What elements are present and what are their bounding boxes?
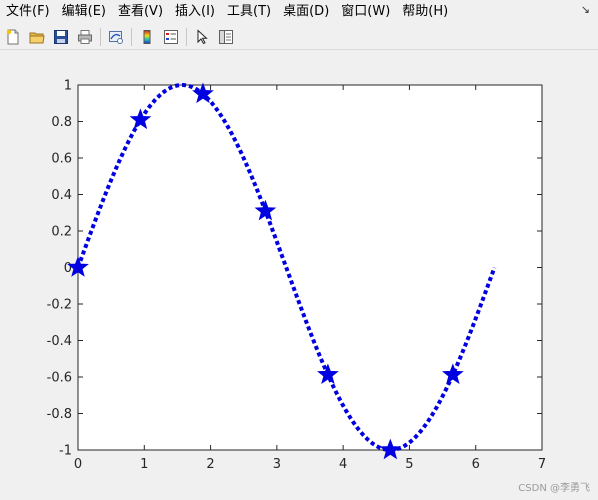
menu-desktop[interactable]: 桌面(D) [277,0,335,24]
x-tick-label: 7 [538,457,546,472]
toolbar-separator [186,27,187,46]
menu-bar: 文件(F) 编辑(E) 查看(V) 插入(I) 工具(T) 桌面(D) 窗口(W… [0,0,598,24]
plot-area [77,84,543,451]
x-tick-label: 5 [405,457,413,472]
y-tick-label: 1 [64,79,72,94]
new-figure-button[interactable] [2,26,24,48]
x-tick-label: 6 [472,457,480,472]
property-inspector-button[interactable] [215,26,237,48]
figure-toolbar [0,24,598,50]
menu-tools[interactable]: 工具(T) [221,0,277,24]
pin-arrow-icon[interactable]: ↘ [581,3,590,16]
menu-file[interactable]: 文件(F) [0,0,56,24]
y-tick-label: -0.6 [47,371,72,386]
figure-canvas[interactable]: 0 1 2 3 4 5 6 7 -1 -0.8 -0.6 -0.4 -0.2 0 0.2 0.4 0.6 0.8 1… [0,50,598,500]
link-plot-icon [109,30,123,44]
x-tick-label: 2 [206,457,214,472]
menu-insert[interactable]: 插入(I) [169,0,221,24]
save-disk-icon [54,29,68,44]
save-button[interactable] [50,26,72,48]
panel-icon [219,29,233,44]
print-button[interactable] [74,26,96,48]
y-tick-label: 0.8 [51,115,72,130]
x-tick-label: 4 [339,457,347,472]
x-tick-label: 1 [140,457,148,472]
insert-legend-button[interactable] [160,26,182,48]
folder-icon [29,32,45,43]
sine-plot-axes[interactable]: 0 1 2 3 4 5 6 7 -1 -0.8 -0.6 -0.4 -0.2 0 0.2 0.4 0.6 0.8 1 [0,50,598,500]
legend-icon [164,29,178,44]
open-file-button[interactable] [26,26,48,48]
printer-icon [78,29,92,44]
y-tick-label: 0.2 [51,225,72,240]
y-tick-label: -1 [59,444,72,459]
menu-edit[interactable]: 编辑(E) [56,0,112,24]
y-tick-label: 0.6 [51,152,72,167]
menu-view[interactable]: 查看(V) [112,0,169,24]
toolbar-separator [131,27,132,46]
x-tick-label: 0 [74,457,82,472]
watermark-text: CSDN @李勇飞 [518,483,590,494]
y-tick-label: -0.4 [47,334,72,349]
menu-window[interactable]: 窗口(W) [335,0,396,24]
y-tick-label: -0.8 [47,407,72,422]
y-tick-label: 0 [64,261,72,276]
colorbar-icon [143,29,151,44]
menu-help[interactable]: 帮助(H) [396,0,454,24]
y-tick-label: -0.2 [47,298,72,313]
pointer-icon [197,28,208,44]
y-tick-label: 0.4 [51,188,72,203]
insert-colorbar-button[interactable] [136,26,158,48]
edit-plot-button[interactable] [191,26,213,48]
new-file-icon [6,29,19,44]
toolbar-separator [100,27,101,46]
x-tick-label: 3 [273,457,281,472]
link-plot-button[interactable] [105,26,127,48]
